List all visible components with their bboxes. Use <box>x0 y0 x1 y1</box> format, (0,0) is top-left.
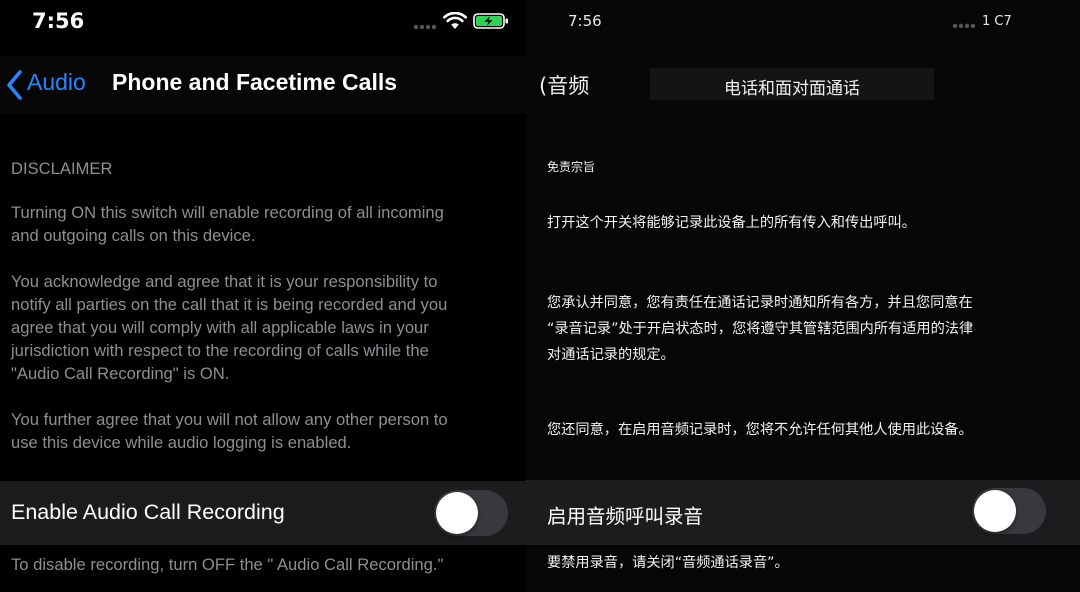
status-bar: 7:56 1 C7 <box>526 0 1080 44</box>
back-button[interactable]: Audio <box>27 69 86 96</box>
text-line: “录音记录”处于开启状态时，您将遵守其管辖范围内所有适用的法律 <box>547 321 974 337</box>
status-bar: 7:56 <box>0 0 526 44</box>
recording-toggle-switch[interactable] <box>972 488 1046 534</box>
status-time: 7:56 <box>32 9 85 33</box>
text-line: "Audio Call Recording" is ON. <box>11 364 230 383</box>
disclaimer-paragraph: 打开这个开关将能够记录此设备上的所有传入和传出呼叫。 <box>547 210 916 236</box>
text-line: 您承认并同意，您有责任在通话记录时通知所有各方，并且您同意在 <box>547 295 973 311</box>
signal-dots-icon <box>952 23 976 29</box>
toggle-knob <box>436 492 478 534</box>
text-line: You acknowledge and agree that it is you… <box>11 272 438 291</box>
back-button[interactable]: (音频 <box>539 70 589 100</box>
battery-charging-icon <box>473 13 508 29</box>
carrier-label: 1 C7 <box>982 14 1012 29</box>
navigation-bar: (音频 电话和面对面通话 <box>526 56 1080 114</box>
text-line: 对通话记录的规定。 <box>547 347 675 363</box>
footer-note: To disable recording, turn OFF the " Aud… <box>11 555 444 574</box>
disclaimer-paragraph: 您承认并同意，您有责任在通话记录时通知所有各方，并且您同意在 “录音记录”处于开… <box>547 290 973 368</box>
page-title: 电话和面对面通话 <box>650 68 934 100</box>
page-title: Phone and Facetime Calls <box>112 69 398 95</box>
enable-recording-row[interactable]: Enable Audio Call Recording <box>0 481 526 545</box>
back-chevron-icon[interactable] <box>4 68 26 102</box>
recording-toggle-switch[interactable] <box>434 490 508 536</box>
toggle-knob <box>974 490 1016 532</box>
text-line: jurisdiction with respect to the recordi… <box>11 341 429 360</box>
disclaimer-paragraph: 您还同意，在启用音频记录时，您将不允许任何其他人使用此设备。 <box>547 417 973 443</box>
text-line: You further agree that you will not allo… <box>11 410 448 429</box>
disclaimer-section: DISCLAIMER Turning ON this switch will e… <box>0 114 526 480</box>
disclaimer-heading: DISCLAIMER <box>11 159 113 178</box>
text-line: 您还同意，在启用音频记录时，您将不允许任何其他人使用此设备。 <box>547 422 973 438</box>
text-line: use this device while audio logging is e… <box>11 433 352 452</box>
disclaimer-paragraph: You further agree that you will not allo… <box>11 408 448 454</box>
disclaimer-paragraph: Turning ON this switch will enable recor… <box>11 201 444 247</box>
footer-note: 要禁用录音，请关闭“音频通话录音”。 <box>547 555 789 571</box>
disclaimer-heading: 免责宗旨 <box>547 160 596 174</box>
disclaimer-paragraph: You acknowledge and agree that it is you… <box>11 270 447 385</box>
text-line: notify all parties on the call that it i… <box>11 295 448 314</box>
text-line: Turning ON this switch will enable recor… <box>11 203 444 222</box>
chinese-settings-screen: 7:56 1 C7 (音频 电话和面对面通话 免责宗旨 打开这个开关将能够记录此… <box>526 0 1080 592</box>
english-settings-screen: 7:56 Audio Phone and Facetime Calls DISC… <box>0 0 526 592</box>
text-line: agree that you will comply with all appl… <box>11 318 429 337</box>
setting-label: 启用音频呼叫录音 <box>547 505 704 528</box>
text-line: and outgoing calls on this device. <box>11 226 256 245</box>
status-time: 7:56 <box>568 12 602 30</box>
signal-dots-icon <box>413 24 437 30</box>
enable-recording-row[interactable]: 启用音频呼叫录音 <box>526 480 1080 545</box>
text-line: 打开这个开关将能够记录此设备上的所有传入和传出呼叫。 <box>547 215 916 231</box>
wifi-icon <box>443 12 467 29</box>
setting-label: Enable Audio Call Recording <box>11 500 285 524</box>
navigation-bar: Audio Phone and Facetime Calls <box>0 56 526 114</box>
disclaimer-section: 免责宗旨 打开这个开关将能够记录此设备上的所有传入和传出呼叫。 您承认并同意，您… <box>526 114 1080 480</box>
